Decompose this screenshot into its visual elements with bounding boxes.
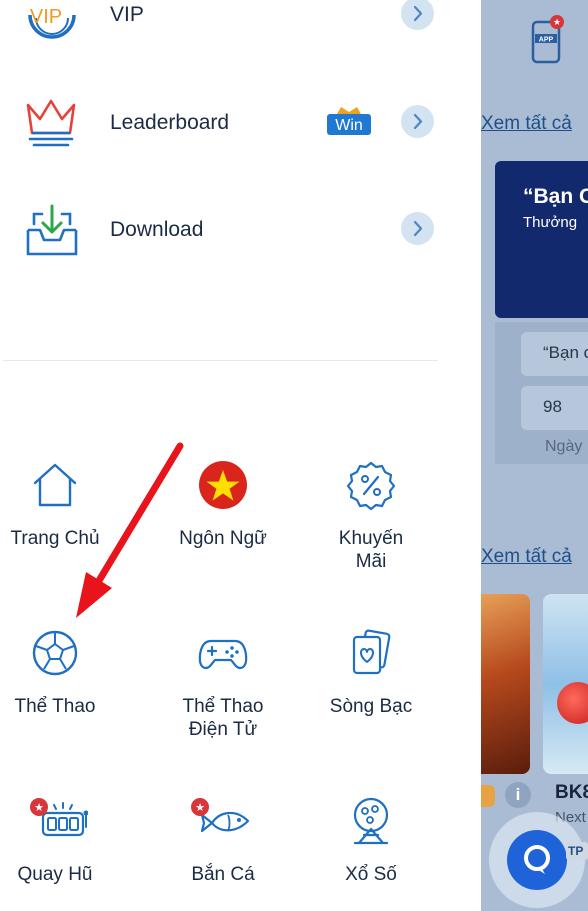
side-drawer: VIP VIP Leaderboard Win Download Trang C… xyxy=(0,0,481,911)
grid-item-esports[interactable]: Thể Thao Điện Tử xyxy=(148,627,298,757)
grid-label-home: Trang Chủ xyxy=(10,528,100,549)
crown-icon xyxy=(26,99,76,147)
info-icon[interactable]: i xyxy=(505,782,531,808)
percent-badge-icon xyxy=(346,461,396,511)
live-chat-button[interactable] xyxy=(507,830,567,890)
grid-label-esports: Thể Thao Điện Tử xyxy=(182,696,264,740)
grid-label-casino: Sòng Bạc xyxy=(329,696,413,717)
soccer-ball-icon xyxy=(32,630,78,676)
vip-icon: VIP xyxy=(28,6,76,39)
menu-label-vip: VIP xyxy=(110,3,144,26)
grid-item-slots[interactable]: ★ Quay Hũ xyxy=(0,795,130,911)
vietnam-flag-icon xyxy=(199,461,247,509)
gamepad-icon xyxy=(198,639,248,670)
game-name: BK8 xyxy=(555,782,588,803)
grid-label-lottery: Xổ Số xyxy=(345,864,397,885)
grid-item-lottery[interactable]: Xổ Số xyxy=(296,795,446,911)
see-all-link-games[interactable]: Xem tất cả xyxy=(481,546,572,568)
chevron-right-icon xyxy=(401,0,434,30)
banner-title: “Bạn C xyxy=(523,185,588,208)
slot-machine-icon: ★ xyxy=(30,798,88,837)
svg-text:★: ★ xyxy=(195,801,205,814)
banner-subtitle: Thưởng xyxy=(523,214,578,231)
menu-row-vip[interactable]: VIP VIP xyxy=(0,0,481,55)
grid-item-promotions[interactable]: Khuyến Mãi xyxy=(296,459,446,589)
svg-text:VIP: VIP xyxy=(30,6,62,28)
lottery-machine-icon xyxy=(353,797,389,845)
grid-label-promotions: Khuyến Mãi xyxy=(338,528,404,572)
game-tag xyxy=(481,785,495,807)
grid-item-fishing[interactable]: ★ Bắn Cá xyxy=(148,795,298,911)
game-card-art xyxy=(557,682,588,724)
svg-text:★: ★ xyxy=(34,801,44,814)
win-badge: Win xyxy=(327,107,371,135)
playing-cards-icon xyxy=(352,629,391,675)
menu-label-leaderboard: Leaderboard xyxy=(110,111,230,134)
chat-bubble-icon xyxy=(524,845,550,874)
grid-item-home[interactable]: Trang Chủ xyxy=(0,459,130,589)
grid-label-language: Ngôn Ngữ xyxy=(179,528,267,549)
chat-badge: TP xyxy=(566,842,588,860)
home-icon xyxy=(33,463,77,507)
win-badge-text: Win xyxy=(335,117,363,134)
chevron-right-icon xyxy=(401,212,434,245)
menu-row-download[interactable]: Download xyxy=(0,190,481,270)
svg-text:★: ★ xyxy=(553,18,561,28)
app-download-icon[interactable]: APP ★ xyxy=(527,14,567,64)
promo-banner[interactable]: “Bạn C Thưởng xyxy=(495,161,588,318)
grid-label-fishing: Bắn Cá xyxy=(191,864,255,885)
chevron-right-icon xyxy=(401,105,434,138)
fish-icon: ★ xyxy=(191,798,250,833)
promo-day-label: Ngày xyxy=(545,438,583,455)
grid-label-slots: Quay Hũ xyxy=(17,864,93,885)
drawer-divider xyxy=(3,360,438,361)
grid-item-language[interactable]: Ngôn Ngữ xyxy=(148,459,298,589)
app-icon-label: APP xyxy=(539,37,554,44)
grid-item-sports[interactable]: Thể Thao xyxy=(0,627,130,757)
see-all-link-top[interactable]: Xem tất cả xyxy=(481,113,572,135)
grid-label-sports: Thể Thao xyxy=(14,696,96,717)
promo-pill-number: 98 xyxy=(521,386,588,430)
download-tray-icon xyxy=(26,204,78,256)
game-card-bk8[interactable] xyxy=(543,594,588,774)
menu-label-download: Download xyxy=(110,218,204,241)
grid-item-casino[interactable]: Sòng Bạc xyxy=(296,627,446,757)
promo-pill-title: “Bạn c xyxy=(521,332,588,376)
menu-row-leaderboard[interactable]: Leaderboard Win xyxy=(0,83,481,163)
